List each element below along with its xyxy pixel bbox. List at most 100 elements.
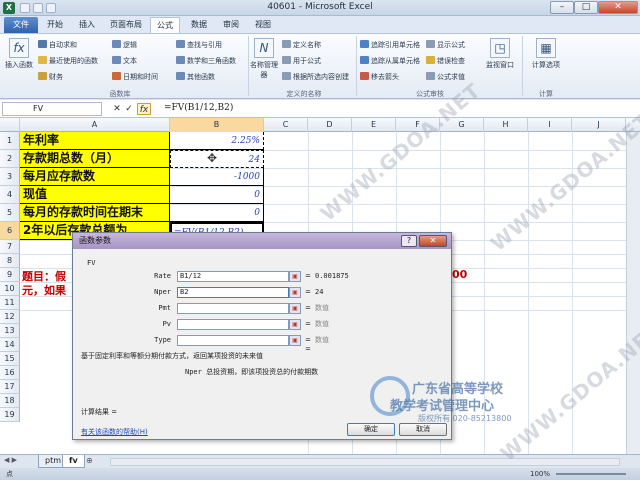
calc-options-button[interactable]: ▦ 计算选项 [526, 38, 566, 70]
row-header[interactable]: 16 [0, 366, 20, 380]
dialog-title-bar[interactable]: 函数参数 ? ✕ [73, 233, 451, 249]
tab-review[interactable]: 审阅 [216, 17, 246, 33]
cancel-formula-icon[interactable]: ✕ [112, 103, 122, 115]
maximize-button[interactable]: □ [574, 1, 598, 14]
cell-a5[interactable]: 每月的存款时间在期末 [20, 204, 170, 222]
formula-icon [282, 56, 291, 64]
sheet-nav-icon[interactable]: ◀ ▶ [4, 456, 17, 464]
vertical-scrollbar[interactable] [626, 132, 640, 454]
cell-b5[interactable]: 0 [170, 204, 264, 222]
cancel-button[interactable]: 取消 [399, 423, 447, 436]
remove-arrows-button[interactable]: 移去箭头 [360, 72, 399, 82]
row-header[interactable]: 14 [0, 338, 20, 352]
row-header[interactable]: 8 [0, 254, 20, 268]
select-all-corner[interactable] [0, 118, 20, 132]
enter-formula-icon[interactable]: ✓ [124, 103, 134, 115]
collapse-dialog-icon[interactable]: ▣ [289, 287, 301, 298]
cell-a3[interactable]: 每月应存款数 [20, 168, 170, 186]
column-header[interactable]: D [308, 118, 352, 132]
more-functions-button[interactable]: 其他函数 [176, 72, 215, 82]
column-header[interactable]: I [528, 118, 572, 132]
logical-button[interactable]: 逻辑 [112, 40, 137, 50]
dialog-close-button[interactable]: ✕ [419, 235, 447, 247]
formula-input[interactable]: =FV(B1/12,B2) [160, 102, 636, 116]
row-header[interactable]: 9 [0, 268, 20, 282]
row-header[interactable]: 2 [0, 150, 20, 168]
row-header[interactable]: 10 [0, 282, 20, 296]
dialog-help-button[interactable]: ? [401, 235, 417, 247]
error-checking-button[interactable]: 错误检查 [426, 56, 465, 66]
collapse-dialog-icon[interactable]: ▣ [289, 271, 301, 282]
arg-input-nper[interactable]: B2 [177, 287, 289, 298]
cell-a2[interactable]: 存款期总数（月） [20, 150, 170, 168]
watch-window-button[interactable]: ◳ 监视窗口 [482, 38, 518, 70]
row-header[interactable]: 19 [0, 408, 20, 422]
evaluate-formula-button[interactable]: 公式求值 [426, 72, 465, 82]
zoom-slider[interactable] [556, 473, 626, 475]
cell-b1[interactable]: 2.25% [170, 132, 264, 150]
cell-b4[interactable]: 0 [170, 186, 264, 204]
financial-button[interactable]: 财务 [38, 72, 63, 82]
cell-a1[interactable]: 年利率 [20, 132, 170, 150]
define-name-button[interactable]: 定义名称 [282, 40, 321, 50]
row-header[interactable]: 11 [0, 296, 20, 310]
collapse-dialog-icon[interactable]: ▣ [289, 319, 301, 330]
lookup-button[interactable]: 查找与引用 [176, 40, 222, 50]
column-header[interactable]: H [484, 118, 528, 132]
cell-a4[interactable]: 现值 [20, 186, 170, 204]
tab-home[interactable]: 开始 [40, 17, 70, 33]
row-header[interactable]: 18 [0, 394, 20, 408]
function-description: 基于固定利率和等额分期付款方式，返回某项投资的未来值 [81, 352, 263, 360]
tab-view[interactable]: 视图 [248, 17, 278, 33]
text-functions-button[interactable]: 文本 [112, 56, 137, 66]
collapse-dialog-icon[interactable]: ▣ [289, 335, 301, 346]
tab-page-layout[interactable]: 页面布局 [104, 17, 148, 33]
function-help-link[interactable]: 有关该函数的帮助(H) [81, 427, 148, 437]
math-trig-button[interactable]: 数学和三角函数 [176, 56, 236, 66]
row-header[interactable]: 15 [0, 352, 20, 366]
arg-input-pmt[interactable] [177, 303, 289, 314]
row-header[interactable]: 6 [0, 222, 20, 240]
autosum-button[interactable]: 自动求和 [38, 40, 77, 50]
column-header[interactable]: C [264, 118, 308, 132]
show-formulas-button[interactable]: 显示公式 [426, 40, 465, 50]
insert-sheet-icon[interactable]: ⊕ [86, 456, 93, 465]
tab-formulas[interactable]: 公式 [150, 17, 180, 33]
horizontal-scrollbar[interactable] [110, 458, 620, 466]
ok-button[interactable]: 确定 [347, 423, 395, 436]
row-header[interactable]: 4 [0, 186, 20, 204]
insert-function-button[interactable]: fx 插入函数 [2, 38, 36, 70]
arg-input-type[interactable] [177, 335, 289, 346]
arg-input-rate[interactable]: B1/12 [177, 271, 289, 282]
tab-insert[interactable]: 插入 [72, 17, 102, 33]
column-header[interactable]: E [352, 118, 396, 132]
column-header[interactable]: A [20, 118, 170, 132]
recent-functions-button[interactable]: 最近使用的函数 [38, 56, 98, 66]
row-header[interactable]: 17 [0, 380, 20, 394]
arg-input-pv[interactable] [177, 319, 289, 330]
row-header[interactable]: 3 [0, 168, 20, 186]
minimize-button[interactable]: – [550, 1, 574, 14]
tab-file[interactable]: 文件 [4, 17, 38, 33]
name-manager-button[interactable]: N 名称管理器 [250, 38, 278, 80]
row-header[interactable]: 7 [0, 240, 20, 254]
tab-data[interactable]: 数据 [184, 17, 214, 33]
create-from-selection-button[interactable]: 根据所选内容创建 [282, 72, 349, 82]
close-button[interactable]: ✕ [598, 1, 638, 14]
row-header[interactable]: 5 [0, 204, 20, 222]
arrow-left-icon [360, 56, 369, 64]
fx-icon[interactable]: fx [137, 103, 151, 115]
column-header[interactable]: B [170, 118, 264, 132]
row-header[interactable]: 13 [0, 324, 20, 338]
row-header[interactable]: 12 [0, 310, 20, 324]
datetime-button[interactable]: 日期和时间 [112, 72, 158, 82]
row-header[interactable]: 1 [0, 132, 20, 150]
use-in-formula-button[interactable]: 用于公式 [282, 56, 321, 66]
collapse-dialog-icon[interactable]: ▣ [289, 303, 301, 314]
name-box[interactable]: FV [2, 102, 102, 116]
trace-precedents-button[interactable]: 追踪引用单元格 [360, 40, 420, 50]
show-formulas-icon [426, 40, 435, 48]
cell-b3[interactable]: -1000 [170, 168, 264, 186]
sheet-tab-fv[interactable]: fv [62, 455, 85, 468]
trace-dependents-button[interactable]: 追踪从属单元格 [360, 56, 420, 66]
